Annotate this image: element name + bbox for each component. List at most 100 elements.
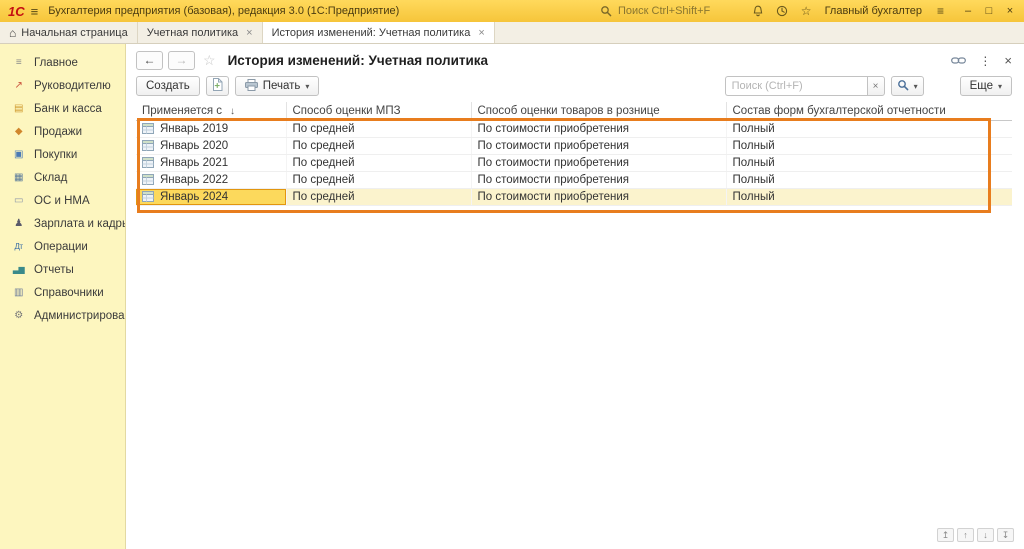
sidebar-item-operations[interactable]: Дт Операции (0, 235, 125, 258)
record-icon (142, 191, 154, 202)
scroll-up-button[interactable]: ↑ (957, 528, 974, 542)
search-button[interactable]: ▾ (891, 76, 924, 96)
service-menu-icon[interactable]: ≡ (933, 4, 948, 18)
clear-search-button[interactable]: × (867, 76, 885, 96)
sidebar-item-icon: ▭ (11, 195, 26, 206)
history-table: Применяется с↓Способ оценки МПЗСпособ оц… (136, 102, 1012, 206)
cell-mpz-method: По средней (293, 191, 355, 203)
sidebar-item-icon: ▣ (11, 149, 26, 160)
notifications-bell-icon[interactable] (751, 5, 766, 17)
window-controls: – □ × (962, 5, 1016, 17)
sidebar-item-icon: ▃▆ (11, 265, 26, 274)
forward-button[interactable]: → (168, 51, 195, 70)
tabbar: ⌂ Начальная страница Учетная политика × … (0, 22, 1024, 44)
scroll-to-top-button[interactable]: ↥ (937, 528, 954, 542)
sidebar-item-icon: ▦ (11, 172, 26, 183)
titlebar: 1С ≡ Бухгалтерия предприятия (базовая), … (0, 0, 1024, 22)
tab-label: История изменений: Учетная политика (272, 27, 471, 39)
sidebar-item-icon: ♟ (11, 218, 26, 229)
caret-down-icon: ▾ (914, 82, 918, 91)
sidebar-item-icon: ≡ (11, 57, 26, 68)
table-row[interactable]: Январь 2019 По средней По стоимости прио… (136, 120, 1012, 137)
search-icon (598, 5, 613, 17)
sidebar-item-bank-cash[interactable]: ▤ Банк и касса (0, 97, 125, 120)
tab-accounting-policy[interactable]: Учетная политика × (138, 22, 263, 43)
sidebar-item-icon: Дт (11, 242, 26, 251)
create-button[interactable]: Создать (136, 76, 200, 96)
table-row[interactable]: Январь 2020 По средней По стоимости прио… (136, 137, 1012, 154)
sidebar-item-icon: ◆ (11, 126, 26, 137)
sidebar: ≡ Главное ↗ Руководителю ▤ Банк и касса … (0, 44, 126, 549)
close-form-icon[interactable]: × (1004, 53, 1012, 68)
sidebar-item-label: Зарплата и кадры (34, 218, 126, 230)
column-header-0[interactable]: Применяется с↓ (136, 102, 286, 120)
close-window-button[interactable]: × (1004, 5, 1016, 17)
copy-button[interactable] (206, 76, 229, 96)
list-search: × (725, 76, 885, 96)
sidebar-item-sales[interactable]: ◆ Продажи (0, 120, 125, 143)
back-button[interactable]: ← (136, 51, 163, 70)
sidebar-item-label: Продажи (34, 126, 82, 138)
table-row[interactable]: Январь 2022 По средней По стоимости прио… (136, 171, 1012, 188)
sidebar-item-label: Склад (34, 172, 67, 184)
user-role-label: Главный бухгалтер (825, 5, 922, 17)
printer-icon (245, 79, 258, 94)
print-button[interactable]: Печать ▾ (235, 76, 320, 96)
global-search-placeholder: Поиск Ctrl+Shift+F (618, 5, 710, 17)
sidebar-item-reports[interactable]: ▃▆ Отчеты (0, 258, 125, 281)
sidebar-item-administration[interactable]: ⚙ Администрирование (0, 304, 125, 327)
sidebar-item-manager[interactable]: ↗ Руководителю (0, 74, 125, 97)
sidebar-item-purchases[interactable]: ▣ Покупки (0, 143, 125, 166)
copy-document-icon (212, 78, 223, 94)
cell-mpz-method: По средней (293, 123, 355, 135)
sidebar-item-main[interactable]: ≡ Главное (0, 51, 125, 74)
content: ≡ Главное ↗ Руководителю ▤ Банк и касса … (0, 44, 1024, 549)
table-row[interactable]: Январь 2021 По средней По стоимости прио… (136, 154, 1012, 171)
table-header-row: Применяется с↓Способ оценки МПЗСпособ оц… (136, 102, 1012, 120)
global-search[interactable]: Поиск Ctrl+Shift+F (598, 0, 710, 22)
link-icon[interactable] (951, 56, 966, 65)
sidebar-item-salary-hr[interactable]: ♟ Зарплата и кадры (0, 212, 125, 235)
cell-report-forms: Полный (733, 174, 775, 186)
column-header-3[interactable]: Состав форм бухгалтерской отчетности (726, 102, 1012, 120)
kebab-menu-icon[interactable]: ⋮ (979, 54, 991, 68)
record-icon (142, 174, 154, 185)
history-icon[interactable] (775, 5, 790, 17)
main-panel: ← → ☆ История изменений: Учетная политик… (126, 44, 1024, 549)
tab-home[interactable]: ⌂ Начальная страница (0, 22, 138, 43)
minimize-button[interactable]: – (962, 5, 974, 17)
cell-report-forms: Полный (733, 191, 775, 203)
scroll-to-bottom-button[interactable]: ↧ (997, 528, 1014, 542)
favorite-star-icon[interactable]: ☆ (203, 52, 216, 69)
sidebar-item-directories[interactable]: ▥ Справочники (0, 281, 125, 304)
record-icon (142, 140, 154, 151)
hamburger-menu-icon[interactable]: ≡ (31, 4, 39, 19)
sidebar-item-label: Банк и касса (34, 103, 102, 115)
cell-mpz-method: По средней (293, 140, 355, 152)
more-button[interactable]: Еще ▾ (960, 76, 1012, 96)
cell-retail-method: По стоимости приобретения (478, 123, 629, 135)
titlebar-right: ☆ Главный бухгалтер ≡ – □ × (751, 4, 1024, 18)
list-toolbar: Создать Печать ▾ × (126, 75, 1024, 102)
cell-report-forms: Полный (733, 140, 775, 152)
sidebar-item-warehouse[interactable]: ▦ Склад (0, 166, 125, 189)
sort-descending-icon: ↓ (230, 106, 235, 117)
tab-history[interactable]: История изменений: Учетная политика × (263, 22, 495, 43)
maximize-button[interactable]: □ (983, 5, 995, 17)
table-row[interactable]: Январь 2024 По средней По стоимости прио… (136, 188, 1012, 205)
cell-report-forms: Полный (733, 157, 775, 169)
sidebar-item-icon: ▤ (11, 103, 26, 114)
column-header-1[interactable]: Способ оценки МПЗ (286, 102, 471, 120)
column-header-2[interactable]: Способ оценки товаров в рознице (471, 102, 726, 120)
sidebar-item-label: Справочники (34, 287, 104, 299)
record-icon (142, 123, 154, 134)
tab-close-icon[interactable]: × (246, 27, 252, 39)
sidebar-item-os-nma[interactable]: ▭ ОС и НМА (0, 189, 125, 212)
list-search-input[interactable] (725, 76, 867, 96)
tab-label: Учетная политика (147, 27, 238, 39)
tab-close-icon[interactable]: × (478, 27, 484, 39)
scroll-down-button[interactable]: ↓ (977, 528, 994, 542)
favorites-star-icon[interactable]: ☆ (799, 4, 814, 18)
form-header: ← → ☆ История изменений: Учетная политик… (126, 44, 1024, 75)
sidebar-item-label: Руководителю (34, 80, 111, 92)
